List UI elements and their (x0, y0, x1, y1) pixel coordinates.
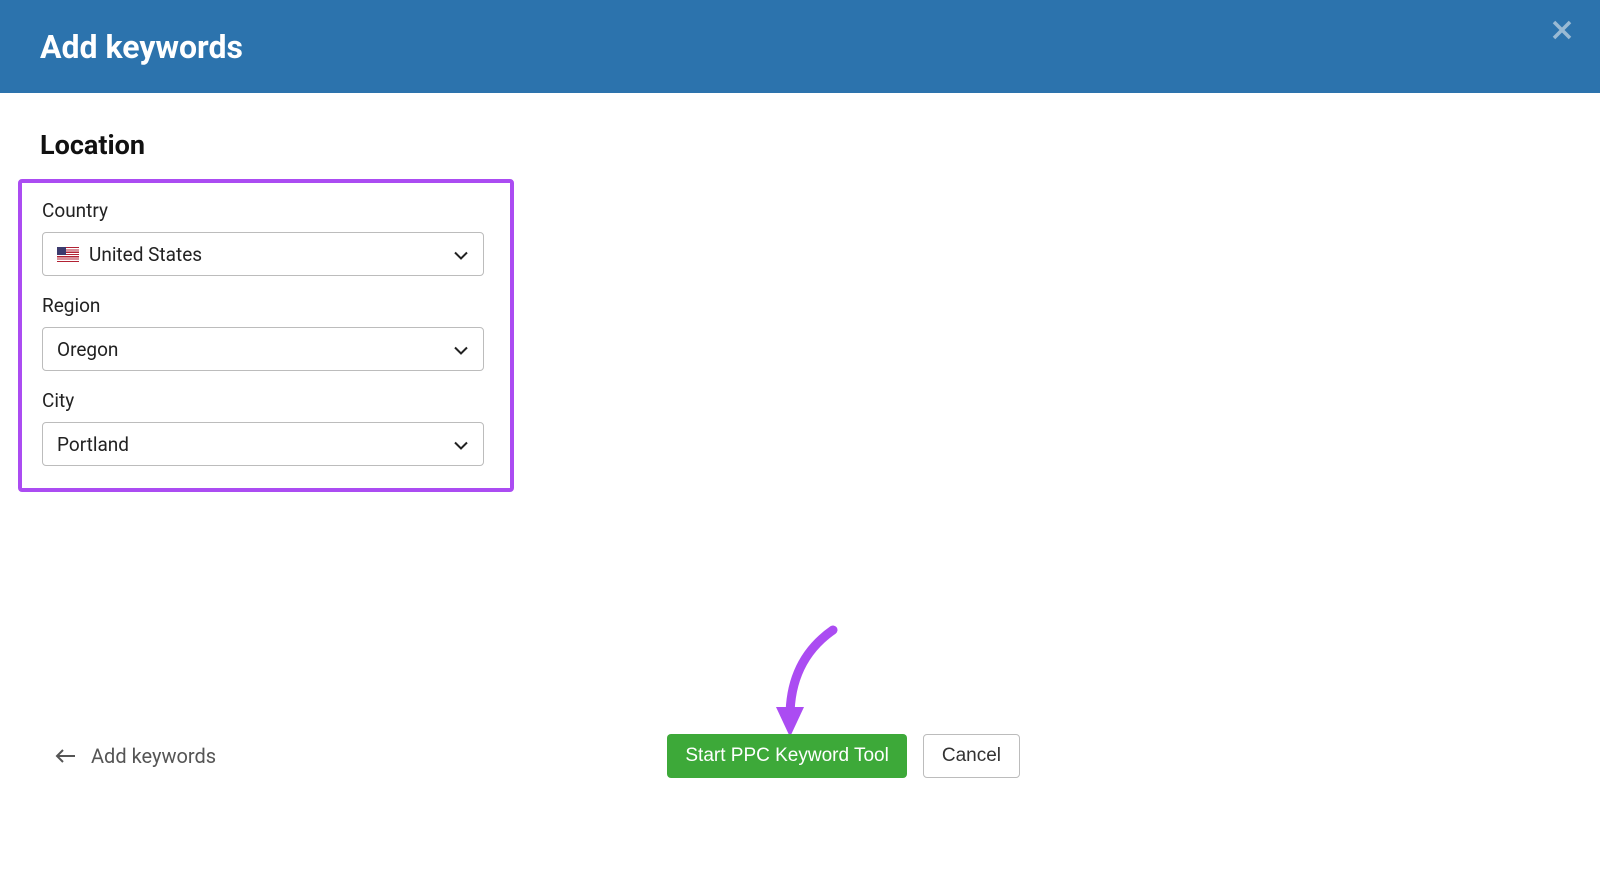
back-link-label: Add keywords (91, 744, 216, 768)
region-field-group: Region Oregon (42, 294, 490, 371)
region-value: Oregon (57, 338, 118, 361)
region-select[interactable]: Oregon (42, 327, 484, 371)
city-field-group: City Portland (42, 389, 490, 466)
country-value: United States (89, 243, 202, 266)
region-label: Region (42, 294, 490, 317)
modal-footer: Add keywords Start PPC Keyword Tool Canc… (0, 734, 1100, 778)
cancel-button[interactable]: Cancel (923, 734, 1020, 778)
country-field-group: Country United States (42, 199, 490, 276)
back-link[interactable]: Add keywords (55, 744, 216, 768)
us-flag-icon (57, 247, 79, 262)
modal-body: Location Country United States Region Or… (0, 93, 1600, 492)
city-value: Portland (57, 433, 129, 456)
arrow-left-icon (55, 748, 77, 764)
city-label: City (42, 389, 490, 412)
chevron-down-icon (453, 338, 469, 361)
chevron-down-icon (453, 433, 469, 456)
city-select[interactable]: Portland (42, 422, 484, 466)
modal-header: Add keywords (0, 0, 1600, 93)
annotation-arrow-icon (768, 625, 858, 745)
close-button[interactable] (1546, 14, 1578, 46)
country-select[interactable]: United States (42, 232, 484, 276)
location-section-title: Location (40, 129, 1560, 161)
chevron-down-icon (453, 243, 469, 266)
location-highlight-box: Country United States Region Oregon City (18, 179, 514, 492)
close-icon (1550, 18, 1574, 42)
modal-title: Add keywords (40, 28, 243, 66)
country-label: Country (42, 199, 490, 222)
footer-actions: Start PPC Keyword Tool Cancel (667, 734, 1100, 778)
start-ppc-keyword-tool-button[interactable]: Start PPC Keyword Tool (667, 734, 906, 778)
